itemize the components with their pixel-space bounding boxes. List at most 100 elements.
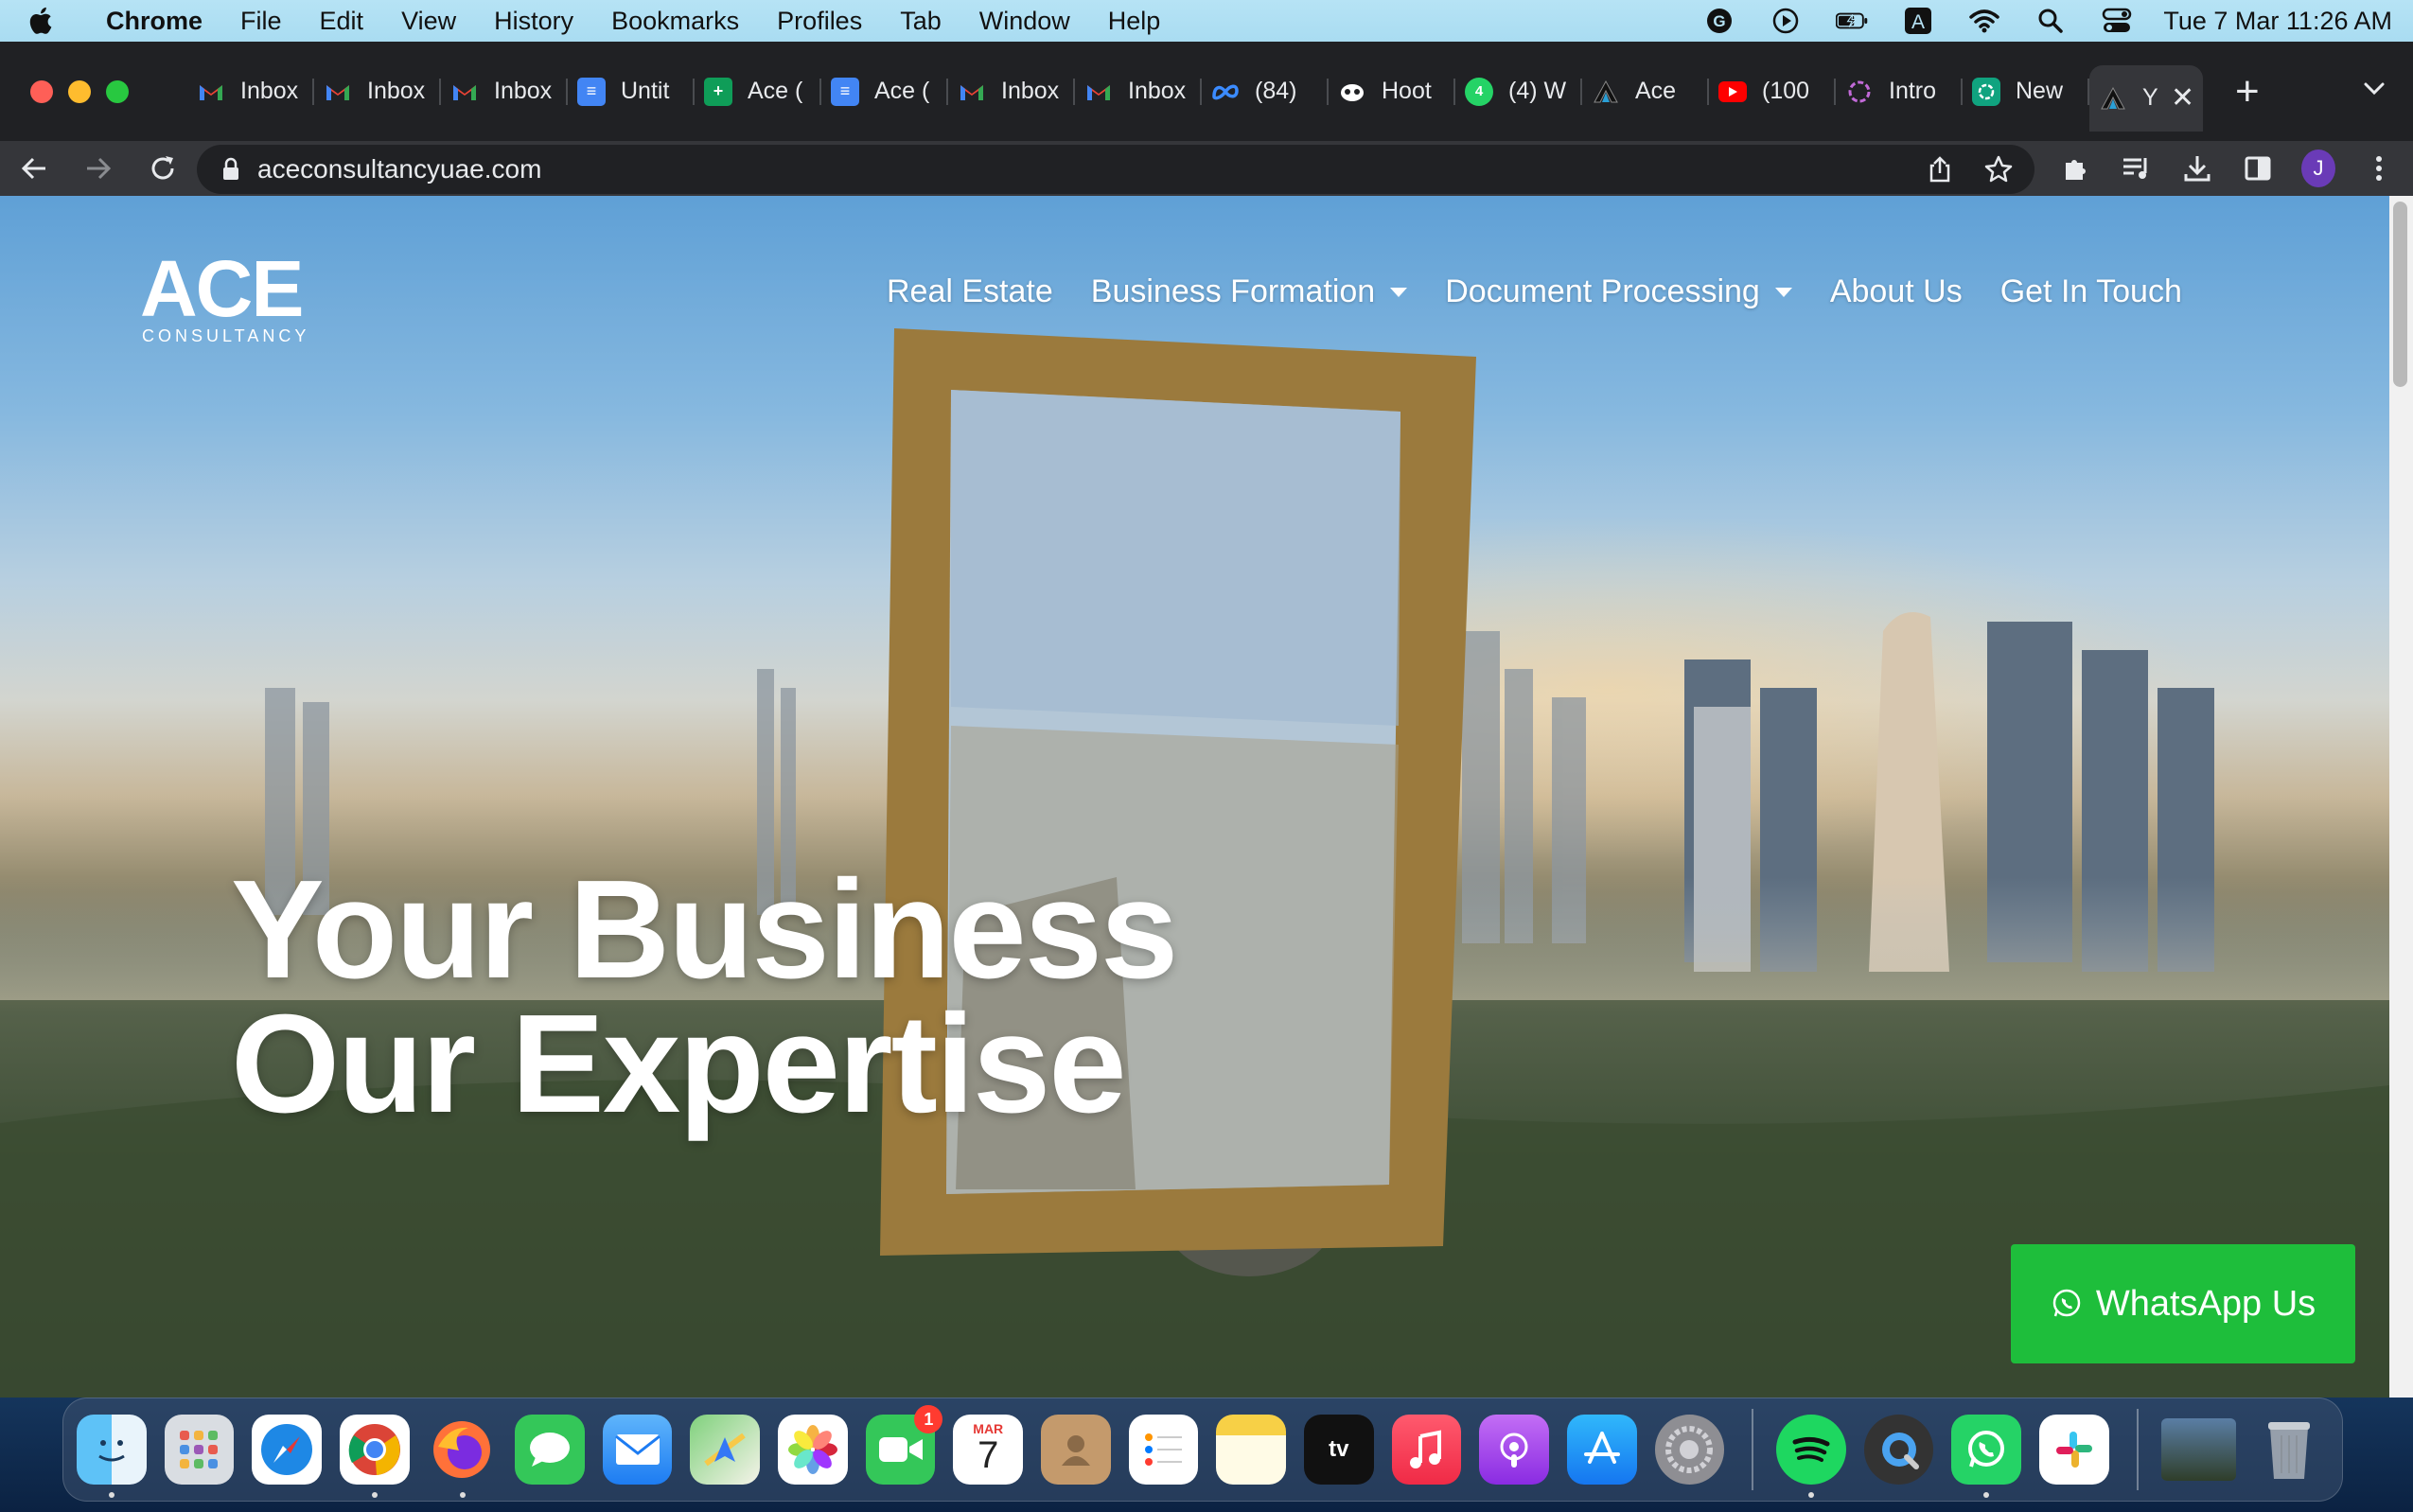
profile-avatar[interactable]: J [2301, 149, 2335, 187]
browser-tab[interactable]: Inbox [441, 65, 568, 118]
menu-window[interactable]: Window [979, 7, 1070, 36]
browser-tab[interactable]: (84) [1202, 65, 1329, 118]
media-queue-icon[interactable] [2120, 151, 2154, 185]
podcasts-icon[interactable] [1479, 1415, 1549, 1485]
browser-tab[interactable]: Inbox [187, 65, 314, 118]
tab-title: (4) W [1508, 78, 1567, 104]
browser-tab[interactable]: Inbox [314, 65, 441, 118]
menu-help[interactable]: Help [1108, 7, 1161, 36]
new-tab-button[interactable]: + [2235, 68, 2260, 115]
browser-tab[interactable]: Intro [1836, 65, 1963, 118]
nav-real-estate[interactable]: Real Estate [887, 273, 1053, 310]
slack-icon[interactable] [2039, 1415, 2109, 1485]
browser-tab[interactable]: Inbox [1075, 65, 1202, 118]
whatsapp-icon: 4 [1465, 77, 1493, 106]
maps-icon[interactable] [690, 1415, 761, 1485]
avatar[interactable]: J [2301, 149, 2335, 187]
browser-tab[interactable]: ≡ Ace ( [821, 65, 948, 118]
close-window-button[interactable] [30, 79, 53, 103]
app-menu-chrome[interactable]: Chrome [106, 7, 203, 36]
site-logo[interactable]: ACE CONSULTANCY [140, 249, 320, 346]
menu-view[interactable]: View [401, 7, 456, 36]
nav-document-processing[interactable]: Document Processing [1445, 273, 1792, 310]
share-icon[interactable] [1925, 154, 1955, 185]
menubar-clock[interactable]: Tue 7 Mar 11:26 AM [2163, 7, 2392, 36]
facetime-icon[interactable]: 1 [865, 1405, 943, 1485]
reminders-icon[interactable] [1128, 1415, 1199, 1485]
download-icon[interactable] [2180, 151, 2214, 185]
spotify-icon[interactable] [1776, 1415, 1846, 1498]
browser-tab-active[interactable]: Y ✕ [2089, 64, 2203, 132]
appletv-icon[interactable]: tv [1303, 1415, 1374, 1485]
tab-title: Intro [1889, 78, 1937, 104]
scrollbar-thumb[interactable] [2393, 202, 2407, 387]
tab-title: Ace ( [748, 78, 803, 104]
url-text[interactable]: aceconsultancyuae.com [257, 154, 541, 185]
menu-history[interactable]: History [494, 7, 573, 36]
logo-wordmark[interactable]: ACE [140, 249, 304, 328]
system-settings-icon[interactable] [1654, 1415, 1725, 1485]
control-center-icon[interactable] [2101, 7, 2133, 35]
bookmark-star-icon[interactable] [1983, 154, 2014, 185]
quicktime-icon[interactable] [1863, 1415, 1934, 1485]
battery-charging-icon[interactable] [1836, 7, 1868, 35]
appstore-icon[interactable] [1566, 1415, 1637, 1485]
google-docs-icon: ≡ [577, 77, 606, 106]
notes-icon[interactable] [1216, 1415, 1286, 1485]
zoom-window-button[interactable] [106, 79, 129, 103]
reload-button[interactable] [146, 151, 180, 185]
logo-subtext[interactable]: CONSULTANCY [142, 326, 309, 346]
browser-tab[interactable]: 4 (4) W [1455, 65, 1582, 118]
calendar-icon[interactable]: MAR 7 [953, 1415, 1024, 1485]
whatsapp-icon[interactable] [1951, 1415, 2022, 1498]
apple-menu-icon[interactable] [25, 4, 59, 38]
nav-business-formation[interactable]: Business Formation [1091, 273, 1408, 310]
whatsapp-icon [2052, 1289, 2081, 1317]
wifi-icon[interactable] [1968, 7, 2000, 35]
extensions-puzzle-icon[interactable] [2059, 151, 2093, 185]
page-scrollbar[interactable] [2389, 196, 2413, 1398]
preview-icon[interactable] [2160, 1418, 2237, 1481]
browser-tab[interactable]: + Ace ( [695, 65, 821, 118]
chrome-icon[interactable] [339, 1415, 410, 1498]
lock-icon[interactable] [221, 157, 240, 182]
mail-icon[interactable] [602, 1415, 673, 1485]
photos-icon[interactable] [778, 1415, 848, 1485]
menu-profiles[interactable]: Profiles [777, 7, 862, 36]
nav-about-us[interactable]: About Us [1830, 273, 1963, 310]
play-circle-icon[interactable] [1770, 7, 1802, 35]
side-panel-icon[interactable] [2241, 151, 2275, 185]
browser-tab[interactable]: Ace [1582, 65, 1709, 118]
spotlight-search-icon[interactable] [2034, 7, 2067, 35]
safari-icon[interactable] [252, 1415, 322, 1485]
tab-search-chevron-icon[interactable] [2360, 74, 2388, 102]
menu-tab[interactable]: Tab [900, 7, 942, 36]
menu-file[interactable]: File [240, 7, 282, 36]
browser-tab[interactable]: Hoot [1329, 65, 1455, 118]
nav-get-in-touch[interactable]: Get In Touch [2000, 273, 2182, 310]
more-menu-icon[interactable] [2362, 151, 2396, 185]
input-source-icon[interactable]: A [1902, 7, 1934, 35]
forward-button[interactable] [81, 151, 115, 185]
browser-tab[interactable]: ≡ Untit [568, 65, 695, 118]
menu-bookmarks[interactable]: Bookmarks [611, 7, 739, 36]
tab-title: Y [2142, 84, 2158, 111]
whatsapp-us-button[interactable]: WhatsApp Us [2011, 1244, 2355, 1363]
browser-tab[interactable]: Inbox [948, 65, 1075, 118]
menu-edit[interactable]: Edit [320, 7, 364, 36]
back-button[interactable] [17, 151, 51, 185]
contacts-icon[interactable] [1041, 1415, 1111, 1485]
minimize-window-button[interactable] [68, 79, 91, 103]
firefox-icon[interactable] [428, 1415, 498, 1498]
finder-icon[interactable] [77, 1415, 147, 1498]
address-bar[interactable]: aceconsultancyuae.com [197, 145, 2034, 194]
messages-icon[interactable] [515, 1415, 585, 1485]
music-icon[interactable] [1391, 1415, 1462, 1485]
tab-title: Inbox [1128, 78, 1187, 104]
browser-tab[interactable]: New [1963, 65, 2089, 118]
close-tab-icon[interactable]: ✕ [2171, 81, 2194, 114]
launchpad-icon[interactable] [164, 1415, 235, 1485]
browser-tab[interactable]: (100 [1709, 65, 1836, 118]
grammarly-icon[interactable]: G [1703, 7, 1735, 35]
trash-icon[interactable] [2254, 1415, 2324, 1485]
